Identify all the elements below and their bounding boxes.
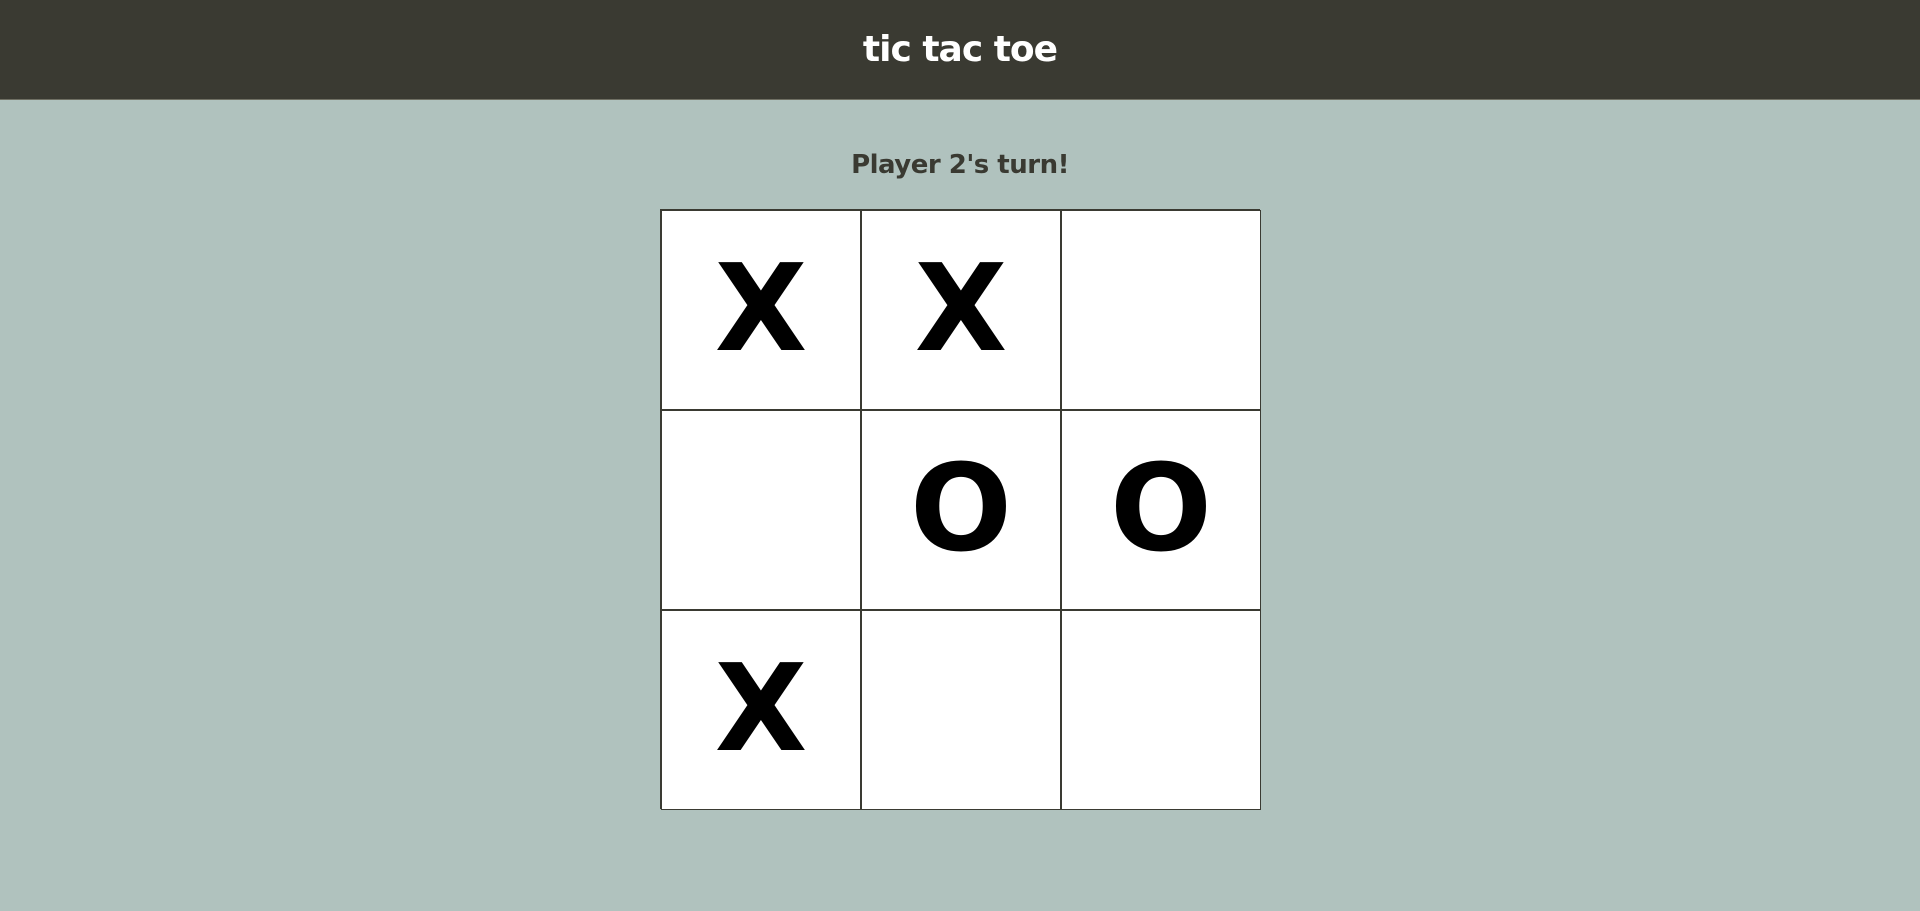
board-cell-r3-c1[interactable]: X — [661, 610, 861, 810]
board-cell-r3-c2[interactable] — [861, 610, 1061, 810]
app-header: tic tac toe — [0, 0, 1920, 100]
board-cell-r2-c2[interactable]: O — [861, 410, 1061, 610]
page-title: tic tac toe — [862, 29, 1058, 70]
cell-mark: X — [914, 240, 1008, 379]
cell-mark: X — [714, 640, 808, 779]
board-cell-r1-c2[interactable]: X — [861, 210, 1061, 410]
board-cell-r1-c1[interactable]: X — [661, 210, 861, 410]
cell-mark: O — [1109, 440, 1212, 579]
board-cell-r2-c1[interactable] — [661, 410, 861, 610]
board-cell-r2-c3[interactable]: O — [1061, 410, 1261, 610]
board-cell-r3-c3[interactable] — [1061, 610, 1261, 810]
game-board: X X O O X — [660, 209, 1261, 810]
board-cell-r1-c3[interactable] — [1061, 210, 1261, 410]
turn-status: Player 2's turn! — [851, 150, 1069, 180]
cell-mark: X — [714, 240, 808, 379]
cell-mark: O — [909, 440, 1012, 579]
